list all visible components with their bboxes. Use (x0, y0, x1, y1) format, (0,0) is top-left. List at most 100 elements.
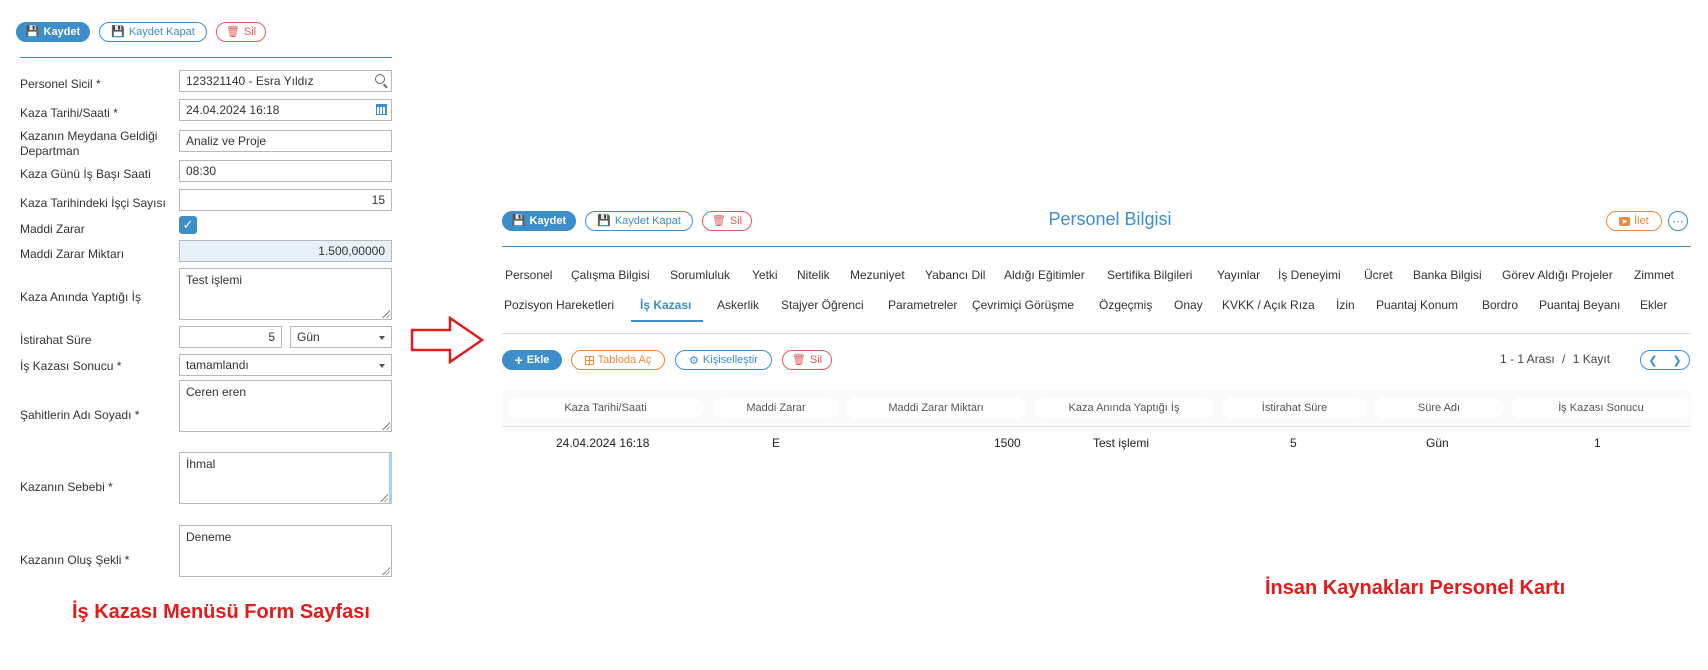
is-basi-label: Kaza Günü İş Başı Saati (20, 167, 151, 181)
column-header[interactable]: Kaza Tarihi/Saati (507, 397, 704, 419)
card-save-button[interactable]: 💾 Kaydet (502, 211, 576, 231)
table-cell: 1 (1594, 436, 1601, 450)
departman-input[interactable]: Analiz ve Proje (179, 130, 392, 152)
tab-is-kazasi[interactable]: İş Kazası (640, 298, 691, 312)
resize-handle[interactable] (382, 422, 390, 430)
delete-button[interactable]: 🗑 Sil (216, 22, 266, 42)
tab-cevrimici-gorusme[interactable]: Çevrimiçi Görüşme (972, 298, 1074, 312)
customize-button[interactable]: ⚙ Kişiselleştir (675, 350, 772, 370)
tab-bordro[interactable]: Bordro (1482, 298, 1518, 312)
save-button[interactable]: 💾 Kaydet (16, 22, 90, 42)
check-icon: ✓ (182, 217, 194, 232)
tab-ekler[interactable]: Ekler (1640, 298, 1667, 312)
tab-askerlik[interactable]: Askerlik (717, 298, 759, 312)
sonuc-select[interactable]: tamamlandı (179, 354, 392, 376)
tab-yetki[interactable]: Yetki (752, 268, 778, 282)
istirahat-unit-select[interactable]: Gün (290, 326, 392, 348)
row-delete-button[interactable]: 🗑 Sil (782, 350, 832, 370)
kaza-tarihi-input[interactable]: 24.04.2024 16:18 (179, 99, 392, 121)
column-header[interactable]: İş Kazası Sonucu (1511, 397, 1691, 419)
tab-personel[interactable]: Personel (505, 268, 552, 282)
table-cell: E (772, 436, 781, 450)
more-options-button[interactable]: ⋯ (1668, 211, 1688, 231)
card-save-close-button[interactable]: 💾 Kaydet Kapat (585, 211, 693, 231)
sahitler-textarea[interactable]: Ceren eren (179, 380, 392, 432)
column-header[interactable]: Maddi Zarar Miktarı (846, 397, 1026, 419)
chevron-left-icon[interactable]: ❮ (1648, 354, 1657, 367)
chevron-right-icon[interactable]: ❯ (1672, 354, 1681, 367)
tab-puantaj-konum[interactable]: Puantaj Konum (1376, 298, 1458, 312)
tab-is-deneyimi[interactable]: İş Deneyimi (1278, 268, 1341, 282)
departman-label-2: Departman (20, 144, 80, 158)
caret-down-icon (379, 364, 385, 368)
maddi-zarar-checkbox[interactable]: ✓ (179, 216, 197, 234)
caret-down-icon (379, 336, 385, 340)
yaptigi-is-textarea[interactable]: Test işlemi (179, 268, 392, 320)
card-title: Personel Bilgisi (1048, 209, 1172, 229)
column-header[interactable]: Kaza Anında Yaptığı İş (1034, 397, 1214, 419)
tab-nitelik[interactable]: Nitelik (797, 268, 830, 282)
floppy-icon: 💾 (111, 25, 125, 38)
tab-yabanci-dil[interactable]: Yabancı Dil (925, 268, 985, 282)
right-caption: İnsan Kaynakları Personel Kartı (1265, 577, 1566, 599)
tab-gorev-aldigi-projeler[interactable]: Görev Aldığı Projeler (1502, 268, 1613, 282)
arrow-right-icon (410, 316, 485, 364)
table-cell: Test işlemi (1093, 436, 1150, 450)
pagination-count: 1 Kayıt (1572, 352, 1611, 366)
isci-sayisi-input[interactable]: 15 (179, 189, 392, 211)
column-header[interactable]: Süre Adı (1374, 397, 1504, 419)
pagination-range: 1 - 1 Arası (1500, 352, 1555, 366)
tab-sertifika-bilgileri[interactable]: Sertifika Bilgileri (1107, 268, 1192, 282)
tab-onay[interactable]: Onay (1174, 298, 1203, 312)
istirahat-label: İstirahat Süre (20, 333, 92, 347)
sebep-textarea[interactable]: İhmal (179, 452, 392, 504)
tab-yayinlar[interactable]: Yayınlar (1217, 268, 1260, 282)
maddi-zarar-miktari-input[interactable]: 1.500,00000 (179, 240, 392, 262)
gear-icon: ⚙ (689, 354, 699, 367)
olus-textarea[interactable]: Deneme (179, 525, 392, 577)
column-header[interactable]: İstirahat Süre (1222, 397, 1367, 419)
calendar-icon[interactable] (376, 104, 387, 115)
resize-handle[interactable] (382, 567, 390, 575)
add-button[interactable]: + Ekle (502, 350, 562, 370)
floppy-icon: 💾 (511, 214, 526, 227)
left-caption: İş Kazası Menüsü Form Sayfası (72, 601, 370, 623)
tab-izin[interactable]: İzin (1336, 298, 1355, 312)
table-cell: 24.04.2024 16:18 (556, 436, 650, 450)
tab-pozisyon-hareketleri[interactable]: Pozisyon Hareketleri (504, 298, 614, 312)
floppy-icon: 💾 (25, 25, 40, 38)
sonuc-label: İş Kazası Sonucu * (20, 359, 122, 373)
plus-icon: + (514, 352, 523, 368)
active-tab-indicator (631, 320, 703, 322)
tab-ucret[interactable]: Ücret (1364, 268, 1393, 282)
column-header[interactable]: Maddi Zarar (713, 397, 839, 419)
maddi-zarar-miktari-label: Maddi Zarar Miktarı (20, 247, 125, 261)
tab-ozgecmis[interactable]: Özgeçmiş (1099, 298, 1152, 312)
is-basi-input[interactable]: 08:30 (179, 160, 392, 182)
resize-handle[interactable] (380, 494, 388, 502)
tab-stajyer-ogrenci[interactable]: Stajyer Öğrenci (781, 298, 864, 312)
card-delete-button[interactable]: 🗑 Sil (702, 211, 752, 231)
open-table-button[interactable]: Tabloda Aç (571, 350, 665, 370)
resize-handle[interactable] (382, 310, 390, 318)
tab-banka-bilgisi[interactable]: Banka Bilgisi (1413, 268, 1482, 282)
tab-mezuniyet[interactable]: Mezuniyet (850, 268, 905, 282)
tab-puantaj-beyani[interactable]: Puantaj Beyanı (1539, 298, 1620, 312)
istirahat-input[interactable]: 5 (179, 326, 282, 348)
pagination-nav: ❮ ❯ (1640, 350, 1690, 370)
pagination-separator: / (1562, 352, 1566, 366)
olus-label: Kazanın Oluş Şekli * (20, 553, 130, 567)
search-icon-handle (383, 83, 388, 89)
maddi-zarar-label: Maddi Zarar (20, 222, 85, 236)
tab-calisma-bilgisi[interactable]: Çalışma Bilgisi (571, 268, 650, 282)
table-header-divider (502, 426, 1691, 427)
tabs-divider (502, 333, 1691, 334)
personel-sicil-input[interactable]: 123321140 - Esra Yıldız (179, 70, 392, 92)
save-close-button[interactable]: 💾 Kaydet Kapat (99, 22, 207, 42)
tab-sorumluluk[interactable]: Sorumluluk (670, 268, 730, 282)
tab-zimmet[interactable]: Zimmet (1634, 268, 1674, 282)
tab-aldigi-egitimler[interactable]: Aldığı Eğitimler (1004, 268, 1085, 282)
tab-parametreler[interactable]: Parametreler (888, 298, 957, 312)
tab-kvkk[interactable]: KVKK / Açık Rıza (1222, 298, 1315, 312)
forward-button[interactable]: ➤ İlet (1606, 211, 1662, 231)
